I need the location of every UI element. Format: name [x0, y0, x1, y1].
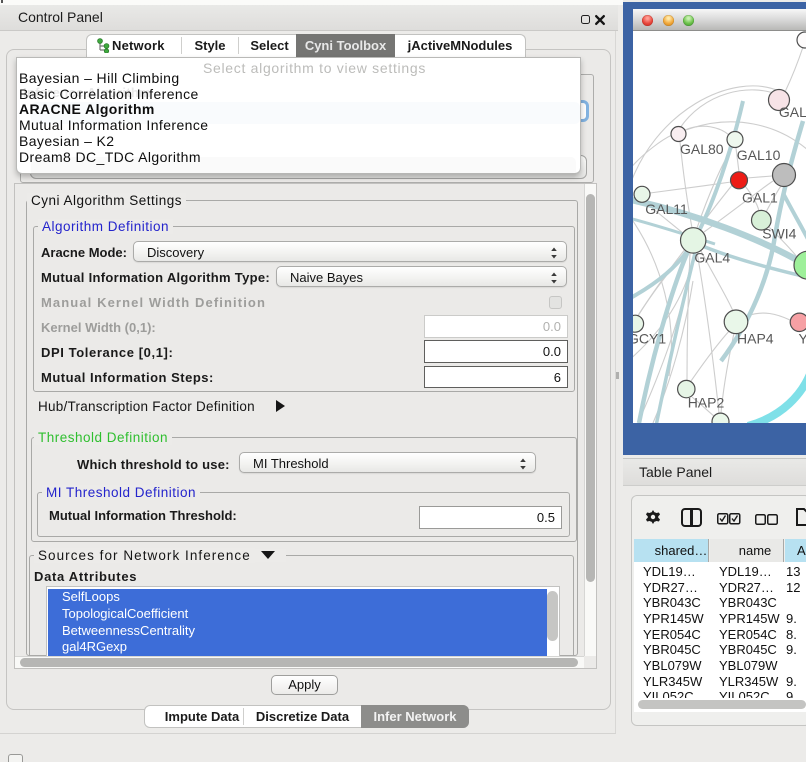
svg-text:YM: YM [799, 330, 806, 346]
svg-text:GAL80: GAL80 [680, 141, 724, 157]
svg-text:HAP2: HAP2 [688, 395, 725, 411]
svg-text:GAL11: GAL11 [645, 201, 688, 217]
svg-text:GAL2: GAL2 [779, 104, 806, 120]
svg-text:GCY1: GCY1 [633, 330, 666, 346]
svg-text:HAP4: HAP4 [737, 330, 774, 346]
svg-text:GAL1: GAL1 [742, 190, 778, 206]
svg-text:GAL10: GAL10 [737, 147, 781, 163]
svg-text:GAL4: GAL4 [694, 250, 730, 266]
svg-text:SWI4: SWI4 [762, 226, 796, 242]
